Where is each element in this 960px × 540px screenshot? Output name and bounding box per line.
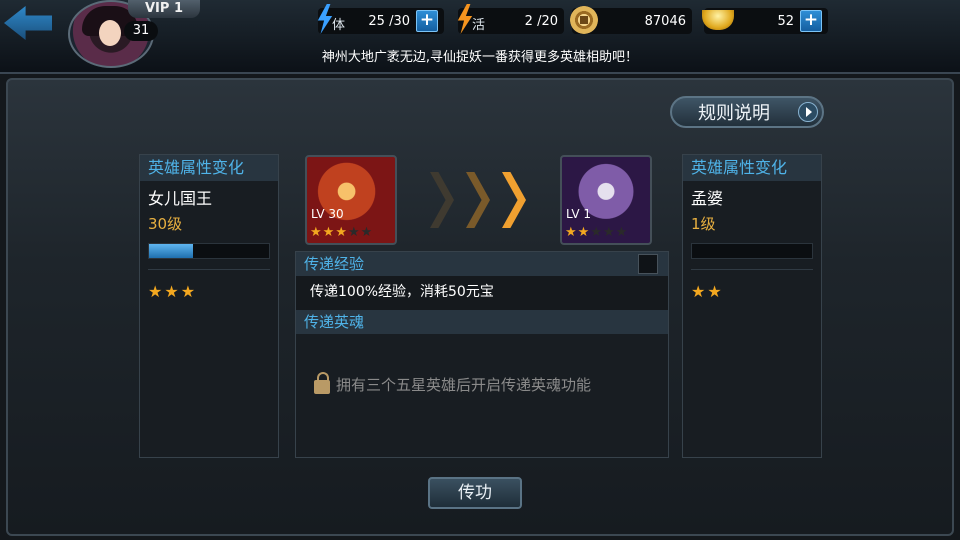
target-panel-title: 英雄属性变化: [683, 155, 821, 181]
source-panel-title: 英雄属性变化: [140, 155, 278, 181]
target-hero-card[interactable]: LV 1 ★★★★★: [560, 155, 652, 245]
source-exp-bar: [148, 243, 270, 259]
activity-value: 2 /20: [524, 13, 558, 29]
star-icon: ★: [707, 282, 724, 301]
coins-counter: 87046: [570, 6, 692, 34]
lock-icon: [314, 371, 330, 394]
source-hero-panel: 英雄属性变化 女儿国王 30级 ★★★: [139, 154, 279, 458]
source-hero-level: 30级: [148, 215, 183, 233]
star-icon: ★: [577, 225, 591, 240]
star-icon: ★: [148, 282, 165, 301]
empty-star-icon: ★: [615, 225, 629, 240]
source-card-stars: ★★★★★: [310, 225, 373, 240]
announcement-ticker: 神州大地广袤无边,寻仙捉妖一番获得更多英雄相助吧！: [321, 50, 639, 65]
target-hero-level: 1级: [691, 215, 716, 233]
activity-counter: 活 2 /20: [457, 4, 564, 34]
star-icon: ★: [565, 225, 578, 240]
rules-button[interactable]: 规则说明: [670, 96, 824, 128]
transfer-button[interactable]: 传功: [428, 477, 522, 509]
star-icon: ★: [164, 282, 181, 301]
target-hero-panel: 英雄属性变化 孟婆 1级 ★★: [682, 154, 822, 458]
source-hero-card[interactable]: LV 30 ★★★★★: [305, 155, 397, 245]
stamina-label: 体: [332, 18, 346, 33]
source-card-level: LV 30: [311, 207, 344, 221]
gold-ingot-icon: [702, 10, 734, 30]
star-icon: ★: [310, 225, 323, 240]
soul-locked-message: 拥有三个五星英雄后开启传递英魂功能: [314, 371, 592, 395]
empty-star-icon: ★: [347, 225, 361, 240]
star-icon: ★: [322, 225, 336, 240]
transfer-options-panel: 传递经验 传递100%经验，消耗50元宝 传递英魂 拥有三个五星英雄后开启传递英…: [295, 251, 669, 458]
stamina-value: 25 /30: [368, 13, 410, 29]
coins-value: 87046: [644, 13, 686, 29]
transfer-exp-header: 传递经验: [296, 252, 668, 276]
activity-label: 活: [472, 18, 486, 33]
star-icon: ★: [335, 225, 348, 240]
stamina-add-button[interactable]: +: [416, 10, 438, 32]
back-arrow-button[interactable]: [4, 6, 52, 40]
target-exp-bar: [691, 243, 813, 259]
transfer-soul-body: 拥有三个五星英雄后开启传递英魂功能: [296, 334, 668, 458]
soul-locked-text: 拥有三个五星英雄后开启传递英魂功能: [336, 376, 592, 394]
empty-star-icon: ★: [590, 225, 603, 240]
play-arrow-icon: [798, 102, 818, 122]
empty-star-icon: ★: [602, 225, 616, 240]
target-hero-name: 孟婆: [691, 189, 724, 208]
avatar-face: [99, 20, 121, 46]
copper-coin-icon: [570, 6, 598, 34]
top-bar: VIP 1 31 体 25 /30 + 活 2 /20 87046 52 + 神…: [0, 0, 960, 74]
player-level-badge: 31: [124, 21, 158, 41]
transfer-exp-description: 传递100%经验，消耗50元宝: [296, 276, 668, 310]
target-card-stars: ★★★★★: [565, 225, 628, 240]
vip-badge[interactable]: VIP 1: [128, 0, 200, 18]
gold-value: 52: [777, 13, 794, 29]
empty-star-icon: ★: [360, 225, 374, 240]
gold-counter: 52 +: [702, 8, 828, 34]
transfer-exp-checkbox[interactable]: [638, 254, 658, 274]
source-star-rating: ★★★: [140, 270, 278, 301]
source-exp-fill: [149, 244, 194, 258]
source-hero-name: 女儿国王: [148, 189, 213, 208]
gold-add-button[interactable]: +: [800, 10, 822, 32]
transfer-soul-title: 传递英魂: [304, 313, 365, 331]
target-card-level: LV 1: [566, 207, 592, 221]
stamina-counter: 体 25 /30 +: [317, 4, 444, 34]
star-icon: ★: [691, 282, 708, 301]
rules-button-label: 规则说明: [698, 103, 770, 124]
star-icon: ★: [180, 282, 198, 301]
transfer-soul-header: 传递英魂: [296, 310, 668, 334]
target-star-rating: ★★: [683, 270, 821, 301]
transfer-exp-title: 传递经验: [304, 255, 365, 273]
